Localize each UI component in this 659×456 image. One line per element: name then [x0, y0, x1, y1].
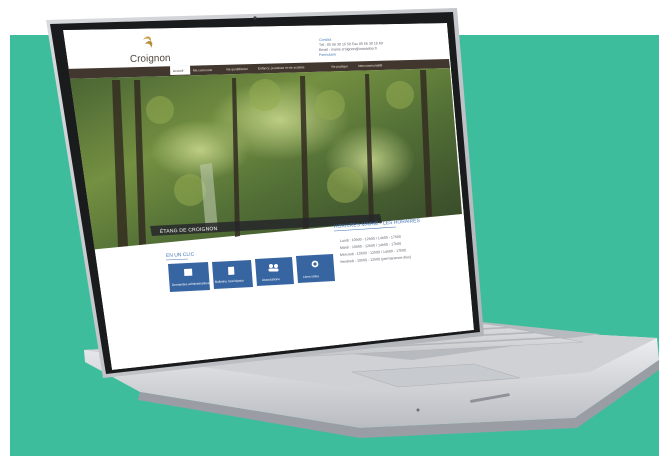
laptop-scene: Croignon Contact Tél : 05 56 30 15 50 Fa…: [46, 8, 659, 438]
webcam-icon: [253, 16, 257, 20]
